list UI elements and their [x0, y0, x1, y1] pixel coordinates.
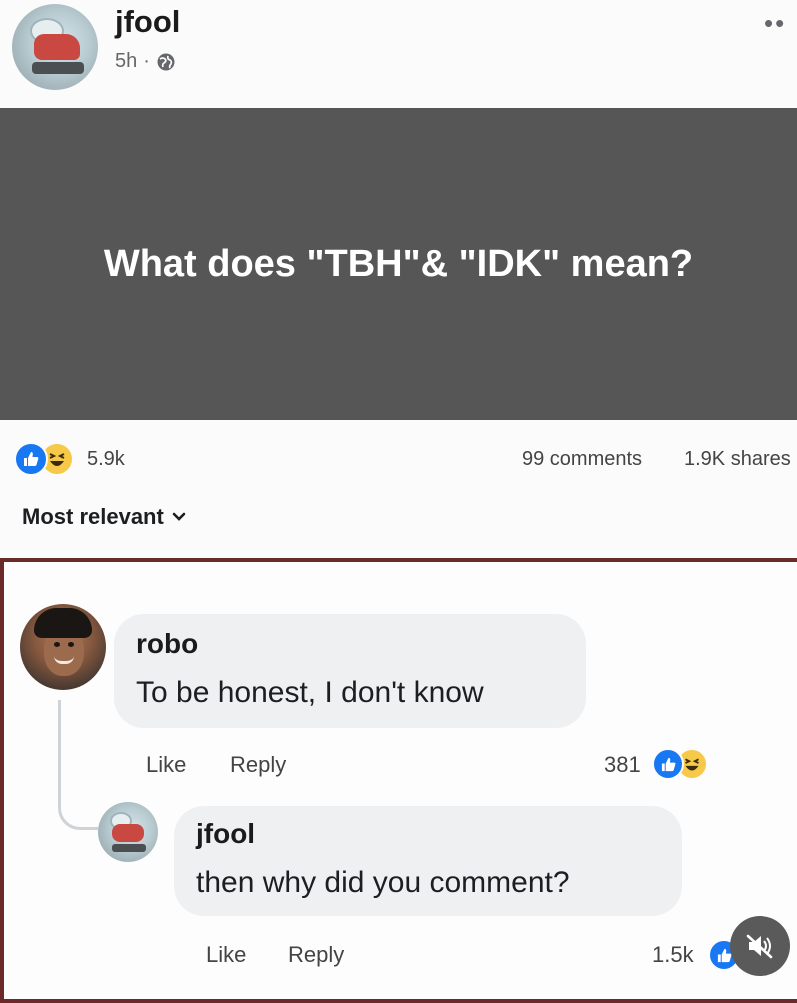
like-icon	[14, 442, 48, 476]
post-body: What does "TBH"& "IDK" mean?	[0, 108, 797, 420]
more-options-icon[interactable]: ••	[764, 8, 786, 39]
reply-author-avatar[interactable]	[98, 802, 158, 862]
mute-button[interactable]	[730, 916, 790, 976]
facebook-post-screenshot: jfool 5h · •• What does "TBH"& "IDK" mea…	[0, 0, 797, 1003]
chevron-down-icon	[172, 512, 186, 521]
comment-reply-button[interactable]: Reply	[230, 752, 286, 778]
reply-like-button[interactable]: Like	[206, 942, 246, 968]
post-author-avatar[interactable]	[12, 4, 98, 90]
reply-thread-line	[58, 700, 98, 830]
mute-icon	[746, 934, 773, 959]
reaction-icons[interactable]	[14, 442, 74, 476]
post-time[interactable]: 5h	[115, 50, 137, 73]
globe-icon	[157, 53, 175, 70]
post-stats-bar	[0, 420, 797, 558]
meta-separator: ·	[143, 50, 150, 72]
shares-count[interactable]: 1.9K shares	[684, 448, 791, 471]
reply-reply-button[interactable]: Reply	[288, 942, 344, 968]
reaction-count[interactable]: 5.9k	[87, 448, 125, 471]
post-text: What does "TBH"& "IDK" mean?	[103, 242, 694, 285]
comment-author[interactable]: robo	[136, 628, 198, 660]
comment-sort-dropdown[interactable]: Most relevant	[22, 504, 186, 530]
comment-reaction-icons[interactable]	[652, 748, 708, 780]
reply-text: then why did you comment?	[196, 866, 570, 899]
like-icon	[652, 748, 684, 780]
post-meta: 5h ·	[115, 50, 176, 73]
comment-reaction-count[interactable]: 381	[604, 752, 641, 778]
comment-like-button[interactable]: Like	[146, 752, 186, 778]
comment-text: To be honest, I don't know	[136, 676, 484, 709]
commenter-avatar[interactable]	[20, 604, 106, 690]
reply-author[interactable]: jfool	[196, 818, 255, 850]
sort-label: Most relevant	[22, 504, 164, 529]
comments-count[interactable]: 99 comments	[522, 448, 642, 471]
reply-reaction-count[interactable]: 1.5k	[652, 942, 694, 968]
post-author-name[interactable]: jfool	[115, 4, 180, 40]
